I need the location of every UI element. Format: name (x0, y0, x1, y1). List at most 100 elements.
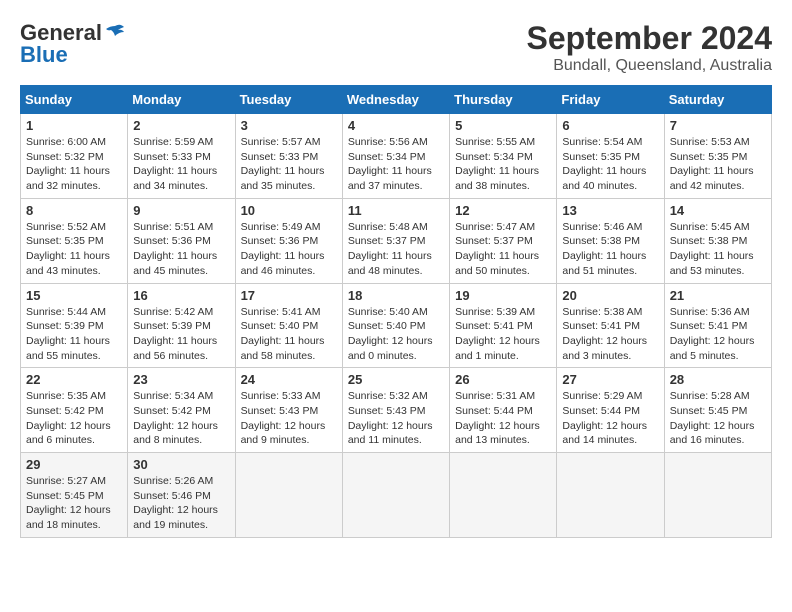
day-number: 12 (455, 203, 551, 218)
page-subtitle: Bundall, Queensland, Australia (527, 57, 772, 75)
sunset-label: Sunset: 5:33 PM (241, 151, 319, 163)
calendar-cell: 5 Sunrise: 5:55 AM Sunset: 5:34 PM Dayli… (450, 114, 557, 199)
calendar-cell: 20 Sunrise: 5:38 AM Sunset: 5:41 PM Dayl… (557, 283, 664, 368)
day-info: Sunrise: 5:32 AM Sunset: 5:43 PM Dayligh… (348, 389, 444, 448)
day-number: 25 (348, 372, 444, 387)
day-info: Sunrise: 5:35 AM Sunset: 5:42 PM Dayligh… (26, 389, 122, 448)
day-info: Sunrise: 5:45 AM Sunset: 5:38 PM Dayligh… (670, 220, 766, 279)
calendar-week-row: 15 Sunrise: 5:44 AM Sunset: 5:39 PM Dayl… (21, 283, 772, 368)
sunrise-label: Sunrise: 5:33 AM (241, 390, 321, 402)
weekday-header-saturday: Saturday (664, 86, 771, 114)
sunrise-label: Sunrise: 5:32 AM (348, 390, 428, 402)
daylight-label: Daylight: 12 hours and 13 minutes. (455, 420, 540, 447)
calendar-week-row: 29 Sunrise: 5:27 AM Sunset: 5:45 PM Dayl… (21, 453, 772, 538)
day-info: Sunrise: 5:57 AM Sunset: 5:33 PM Dayligh… (241, 135, 337, 194)
day-info: Sunrise: 5:38 AM Sunset: 5:41 PM Dayligh… (562, 305, 658, 364)
calendar-cell: 19 Sunrise: 5:39 AM Sunset: 5:41 PM Dayl… (450, 283, 557, 368)
calendar-cell: 6 Sunrise: 5:54 AM Sunset: 5:35 PM Dayli… (557, 114, 664, 199)
daylight-label: Daylight: 11 hours and 56 minutes. (133, 335, 217, 362)
day-info: Sunrise: 5:27 AM Sunset: 5:45 PM Dayligh… (26, 474, 122, 533)
daylight-label: Daylight: 11 hours and 55 minutes. (26, 335, 110, 362)
sunset-label: Sunset: 5:43 PM (241, 405, 319, 417)
sunrise-label: Sunrise: 5:26 AM (133, 475, 213, 487)
day-info: Sunrise: 6:00 AM Sunset: 5:32 PM Dayligh… (26, 135, 122, 194)
calendar-cell (450, 453, 557, 538)
calendar-cell: 9 Sunrise: 5:51 AM Sunset: 5:36 PM Dayli… (128, 198, 235, 283)
day-number: 14 (670, 203, 766, 218)
sunset-label: Sunset: 5:34 PM (455, 151, 533, 163)
sunset-label: Sunset: 5:41 PM (670, 320, 748, 332)
sunrise-label: Sunrise: 5:36 AM (670, 306, 750, 318)
calendar-cell: 4 Sunrise: 5:56 AM Sunset: 5:34 PM Dayli… (342, 114, 449, 199)
daylight-label: Daylight: 11 hours and 51 minutes. (562, 250, 646, 277)
page-header: General Blue September 2024 Bundall, Que… (20, 20, 772, 75)
weekday-header-friday: Friday (557, 86, 664, 114)
sunrise-label: Sunrise: 5:55 AM (455, 136, 535, 148)
day-number: 10 (241, 203, 337, 218)
calendar-body: 1 Sunrise: 6:00 AM Sunset: 5:32 PM Dayli… (21, 114, 772, 538)
day-info: Sunrise: 5:52 AM Sunset: 5:35 PM Dayligh… (26, 220, 122, 279)
sunset-label: Sunset: 5:40 PM (348, 320, 426, 332)
sunrise-label: Sunrise: 5:38 AM (562, 306, 642, 318)
calendar-cell: 8 Sunrise: 5:52 AM Sunset: 5:35 PM Dayli… (21, 198, 128, 283)
calendar-cell: 7 Sunrise: 5:53 AM Sunset: 5:35 PM Dayli… (664, 114, 771, 199)
day-number: 9 (133, 203, 229, 218)
sunset-label: Sunset: 5:41 PM (455, 320, 533, 332)
sunrise-label: Sunrise: 5:45 AM (670, 221, 750, 233)
day-number: 19 (455, 288, 551, 303)
day-number: 6 (562, 118, 658, 133)
day-number: 22 (26, 372, 122, 387)
day-number: 20 (562, 288, 658, 303)
day-number: 21 (670, 288, 766, 303)
daylight-label: Daylight: 12 hours and 0 minutes. (348, 335, 433, 362)
calendar-cell: 13 Sunrise: 5:46 AM Sunset: 5:38 PM Dayl… (557, 198, 664, 283)
calendar-cell (235, 453, 342, 538)
calendar-cell: 14 Sunrise: 5:45 AM Sunset: 5:38 PM Dayl… (664, 198, 771, 283)
page-title: September 2024 (527, 20, 772, 57)
calendar-cell: 3 Sunrise: 5:57 AM Sunset: 5:33 PM Dayli… (235, 114, 342, 199)
day-info: Sunrise: 5:59 AM Sunset: 5:33 PM Dayligh… (133, 135, 229, 194)
sunset-label: Sunset: 5:35 PM (26, 235, 104, 247)
day-number: 15 (26, 288, 122, 303)
day-number: 24 (241, 372, 337, 387)
day-info: Sunrise: 5:39 AM Sunset: 5:41 PM Dayligh… (455, 305, 551, 364)
daylight-label: Daylight: 11 hours and 38 minutes. (455, 165, 539, 192)
day-number: 11 (348, 203, 444, 218)
sunrise-label: Sunrise: 5:59 AM (133, 136, 213, 148)
sunset-label: Sunset: 5:32 PM (26, 151, 104, 163)
sunrise-label: Sunrise: 5:27 AM (26, 475, 106, 487)
daylight-label: Daylight: 11 hours and 53 minutes. (670, 250, 754, 277)
sunset-label: Sunset: 5:43 PM (348, 405, 426, 417)
day-info: Sunrise: 5:48 AM Sunset: 5:37 PM Dayligh… (348, 220, 444, 279)
sunrise-label: Sunrise: 5:56 AM (348, 136, 428, 148)
sunrise-label: Sunrise: 5:31 AM (455, 390, 535, 402)
calendar-cell: 15 Sunrise: 5:44 AM Sunset: 5:39 PM Dayl… (21, 283, 128, 368)
calendar-cell: 16 Sunrise: 5:42 AM Sunset: 5:39 PM Dayl… (128, 283, 235, 368)
calendar-cell: 1 Sunrise: 6:00 AM Sunset: 5:32 PM Dayli… (21, 114, 128, 199)
calendar-cell (557, 453, 664, 538)
day-number: 13 (562, 203, 658, 218)
daylight-label: Daylight: 12 hours and 19 minutes. (133, 504, 218, 531)
sunrise-label: Sunrise: 5:51 AM (133, 221, 213, 233)
day-info: Sunrise: 5:42 AM Sunset: 5:39 PM Dayligh… (133, 305, 229, 364)
sunset-label: Sunset: 5:45 PM (26, 490, 104, 502)
daylight-label: Daylight: 11 hours and 35 minutes. (241, 165, 325, 192)
sunrise-label: Sunrise: 5:40 AM (348, 306, 428, 318)
sunrise-label: Sunrise: 5:41 AM (241, 306, 321, 318)
sunrise-label: Sunrise: 5:29 AM (562, 390, 642, 402)
calendar-cell: 21 Sunrise: 5:36 AM Sunset: 5:41 PM Dayl… (664, 283, 771, 368)
sunrise-label: Sunrise: 5:35 AM (26, 390, 106, 402)
sunset-label: Sunset: 5:36 PM (133, 235, 211, 247)
sunset-label: Sunset: 5:37 PM (348, 235, 426, 247)
calendar-cell: 10 Sunrise: 5:49 AM Sunset: 5:36 PM Dayl… (235, 198, 342, 283)
calendar-cell: 29 Sunrise: 5:27 AM Sunset: 5:45 PM Dayl… (21, 453, 128, 538)
sunset-label: Sunset: 5:36 PM (241, 235, 319, 247)
calendar-cell: 24 Sunrise: 5:33 AM Sunset: 5:43 PM Dayl… (235, 368, 342, 453)
daylight-label: Daylight: 12 hours and 18 minutes. (26, 504, 111, 531)
sunrise-label: Sunrise: 5:34 AM (133, 390, 213, 402)
daylight-label: Daylight: 11 hours and 37 minutes. (348, 165, 432, 192)
daylight-label: Daylight: 11 hours and 48 minutes. (348, 250, 432, 277)
calendar-cell: 26 Sunrise: 5:31 AM Sunset: 5:44 PM Dayl… (450, 368, 557, 453)
sunrise-label: Sunrise: 5:48 AM (348, 221, 428, 233)
day-number: 29 (26, 457, 122, 472)
